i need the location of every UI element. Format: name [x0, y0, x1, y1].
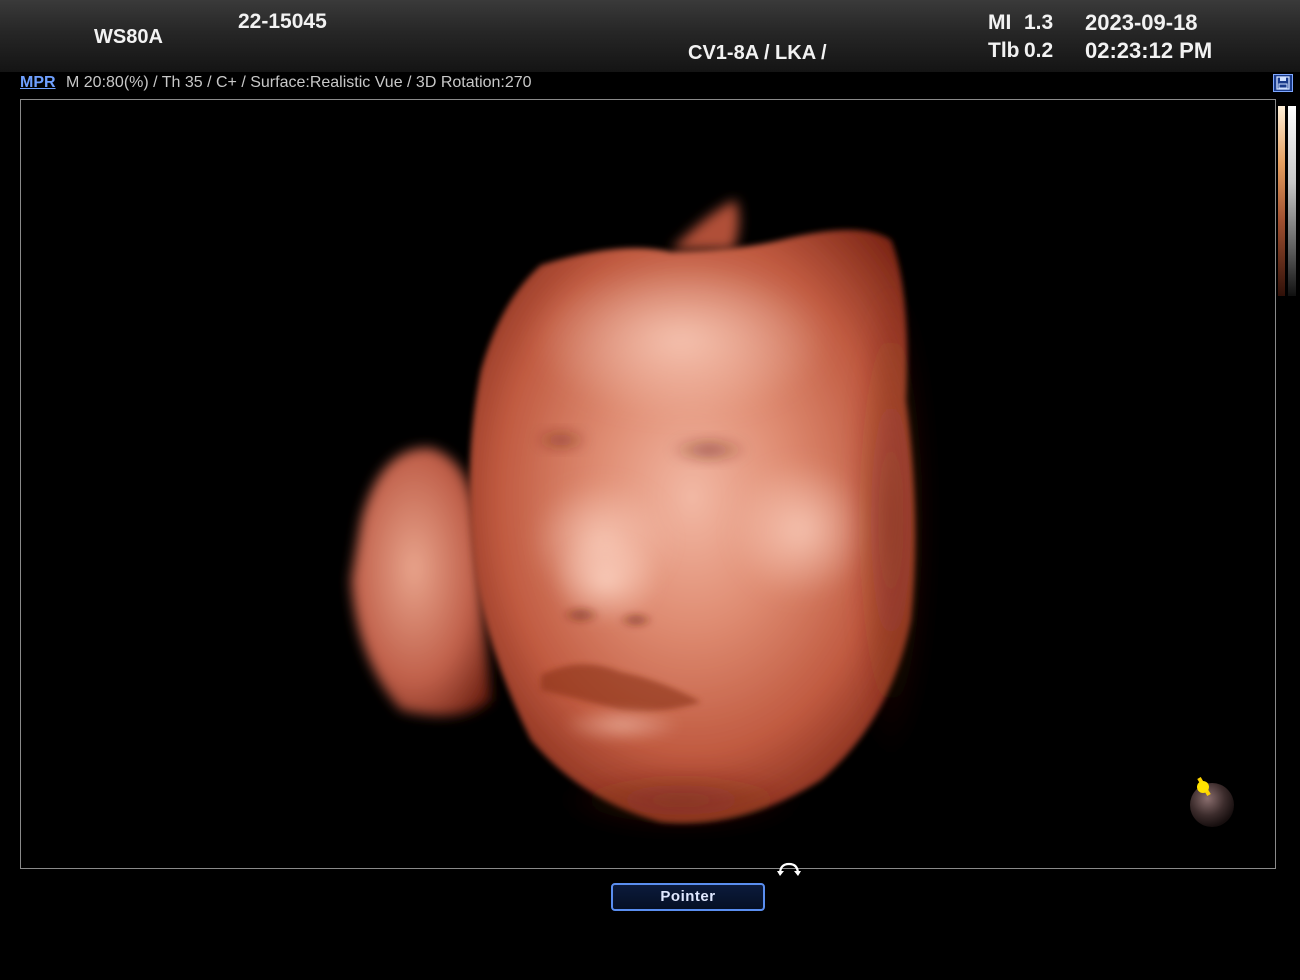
tib-value: 0.2 [1024, 39, 1054, 62]
exam-date: 2023-09-18 [1085, 10, 1198, 35]
render-parameters: M 20:80(%) / Th 35 / C+ / Surface:Realis… [66, 74, 532, 91]
color-map-bar [1278, 106, 1285, 296]
exam-time: 02:23:12 PM [1085, 38, 1213, 63]
header-bar: WS80A 22-15045 CV1-8A / LKA / MI 1.3 Tlb… [0, 0, 1300, 72]
tib-label: Tlb [988, 39, 1020, 62]
fetal-face-rendering [351, 200, 1234, 830]
save-icon[interactable] [1273, 74, 1293, 92]
probe-info: CV1-8A / LKA / [688, 42, 827, 64]
system-name: WS80A [94, 26, 163, 48]
mi-label: MI [988, 11, 1012, 34]
mpr-mode-link[interactable]: MPR [20, 74, 56, 92]
patient-id: 22-15045 [238, 10, 327, 33]
pointer-button[interactable]: Pointer [611, 883, 765, 911]
rotate-arrow-icon[interactable] [776, 860, 802, 878]
mi-value: 1.3 [1024, 11, 1054, 34]
orientation-marker-icon [1190, 776, 1234, 827]
3d-render-viewport[interactable] [20, 99, 1276, 869]
gray-map-bar [1288, 106, 1296, 296]
